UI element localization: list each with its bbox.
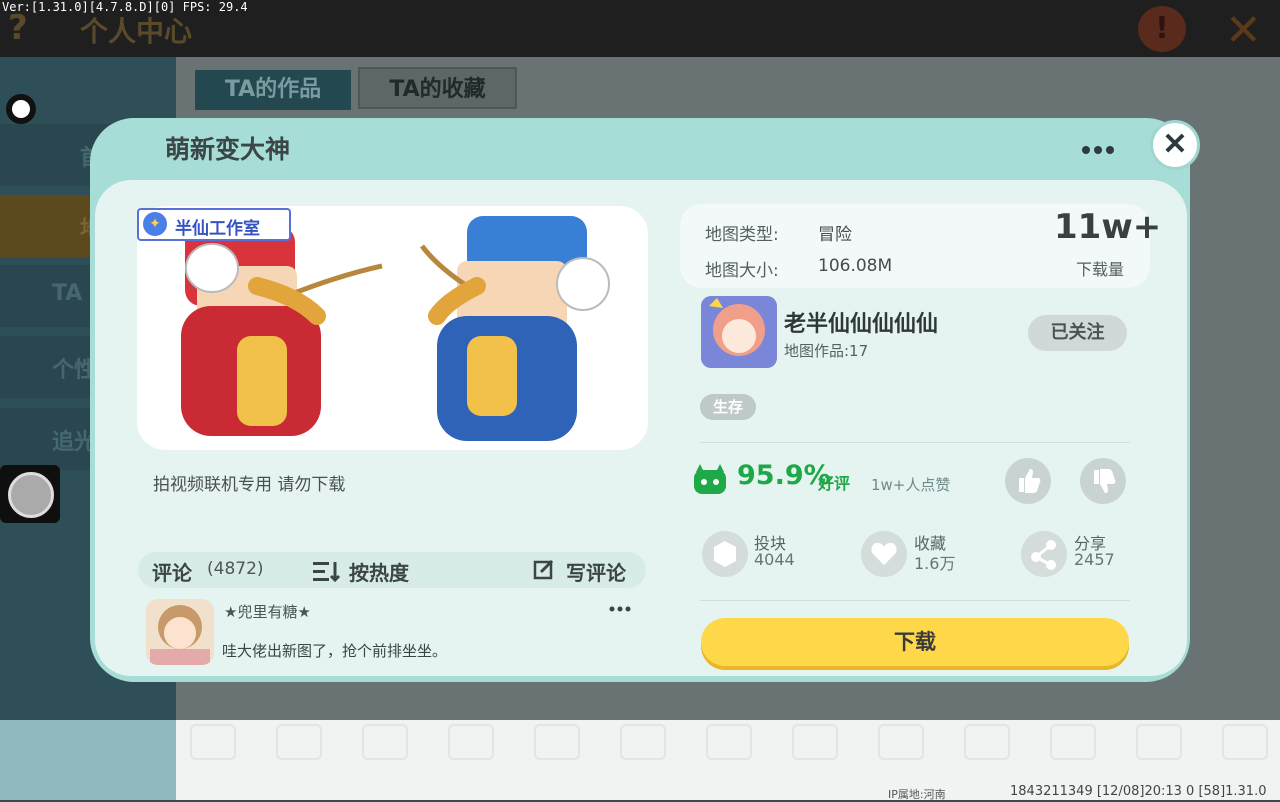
download-count-label: 下载量: [1076, 260, 1125, 279]
download-button[interactable]: 下载: [701, 618, 1129, 666]
face-placeholder-icon: [620, 724, 666, 760]
face-placeholder-icon: [792, 724, 838, 760]
face-placeholder-icon: [362, 724, 408, 760]
heart-shape-icon: [871, 542, 897, 565]
stat-value-shares: 2457: [1074, 550, 1115, 569]
map-preview-image: [137, 206, 648, 450]
studio-name: 半仙工作室: [175, 219, 260, 239]
background-close-icon[interactable]: ✕: [1225, 5, 1262, 56]
map-type-value: 冒险: [818, 225, 852, 245]
bottom-left-panel: [0, 720, 176, 800]
share-icon[interactable]: [1021, 531, 1067, 577]
preview-art: [181, 216, 610, 441]
face-placeholder-icon: [1050, 724, 1096, 760]
warning-icon[interactable]: !: [1138, 6, 1186, 52]
floating-dot-button[interactable]: [6, 94, 36, 124]
studio-badge-icon: ✦: [143, 212, 167, 236]
thumbs-up-button[interactable]: [1005, 458, 1051, 504]
share-nodes-icon: [1031, 540, 1056, 570]
close-button[interactable]: ✕: [1150, 120, 1200, 170]
sort-by-popularity-button[interactable]: 按热度: [349, 557, 409, 586]
help-icon[interactable]: ?: [8, 8, 40, 48]
map-type-label: 地图类型:: [705, 225, 779, 245]
thumbs-down-button[interactable]: [1080, 458, 1126, 504]
face-placeholder-icon: [706, 724, 752, 760]
face-placeholder-icon: [534, 724, 580, 760]
block-icon[interactable]: [702, 531, 748, 577]
background-page-title: 个人中心: [80, 15, 193, 48]
commenter-avatar[interactable]: [146, 599, 214, 665]
map-size-label: 地图大小:: [705, 261, 779, 281]
face-placeholder-icon: [1222, 724, 1268, 760]
heart-icon[interactable]: [861, 531, 907, 577]
divider: [700, 600, 1130, 601]
comment-label: 评论: [152, 561, 192, 585]
face-placeholder-icon: [276, 724, 322, 760]
rating-face-icon: [694, 464, 726, 494]
debug-overlay: Ver:[1.31.0][4.7.8.D][0] FPS: 29.4: [2, 0, 248, 14]
avatar-art: [146, 599, 214, 665]
comment-more-icon[interactable]: [608, 604, 632, 614]
commenter-name: ★兜里有糖★: [224, 603, 311, 621]
map-description: 拍视频联机专用 请勿下载: [153, 475, 346, 495]
divider: [700, 442, 1130, 443]
face-placeholder-icon: [964, 724, 1010, 760]
write-comment-button[interactable]: 写评论: [566, 557, 626, 586]
follow-button[interactable]: 已关注: [1028, 315, 1127, 351]
stat-value-blocks: 4044: [754, 550, 795, 569]
map-size-value: 106.08M: [818, 256, 893, 276]
tab-works[interactable]: TA的作品: [195, 70, 351, 110]
face-placeholder-icon: [190, 724, 236, 760]
author-avatar-art: [701, 296, 777, 368]
comment-count: (4872): [207, 559, 264, 579]
thumbs-up-icon: [1019, 469, 1041, 493]
sort-icon[interactable]: [313, 560, 341, 582]
cube-icon: [714, 541, 736, 567]
more-options-icon[interactable]: [1078, 140, 1118, 160]
sidebar-item-label: TA: [52, 281, 83, 306]
floating-joystick-button[interactable]: [0, 465, 60, 523]
genre-tag[interactable]: 生存: [700, 394, 756, 420]
tab-favorites[interactable]: TA的收藏: [358, 67, 517, 109]
edit-icon[interactable]: [533, 558, 555, 580]
footer-info: 1843211349 [12/08]20:13 0 [58]1.31.0: [1010, 784, 1267, 799]
author-avatar[interactable]: [701, 296, 777, 368]
author-name[interactable]: 老半仙仙仙仙仙: [784, 306, 938, 338]
thumbs-down-icon: [1094, 469, 1116, 493]
face-placeholder-icon: [448, 724, 494, 760]
download-count: 11w+: [1054, 207, 1162, 247]
rating-label: 好评: [818, 474, 851, 493]
comment-text: 哇大佬出新图了，抢个前排坐坐。: [222, 642, 448, 660]
rating-percent: 95.9%: [737, 460, 831, 491]
stat-value-favorites: 1.6万: [914, 554, 956, 573]
author-works-count: 地图作品:17: [784, 342, 869, 360]
modal-title: 萌新变大神: [165, 135, 291, 164]
face-placeholder-icon: [1136, 724, 1182, 760]
face-placeholder-icon: [878, 724, 924, 760]
like-count: 1w+人点赞: [871, 476, 951, 494]
